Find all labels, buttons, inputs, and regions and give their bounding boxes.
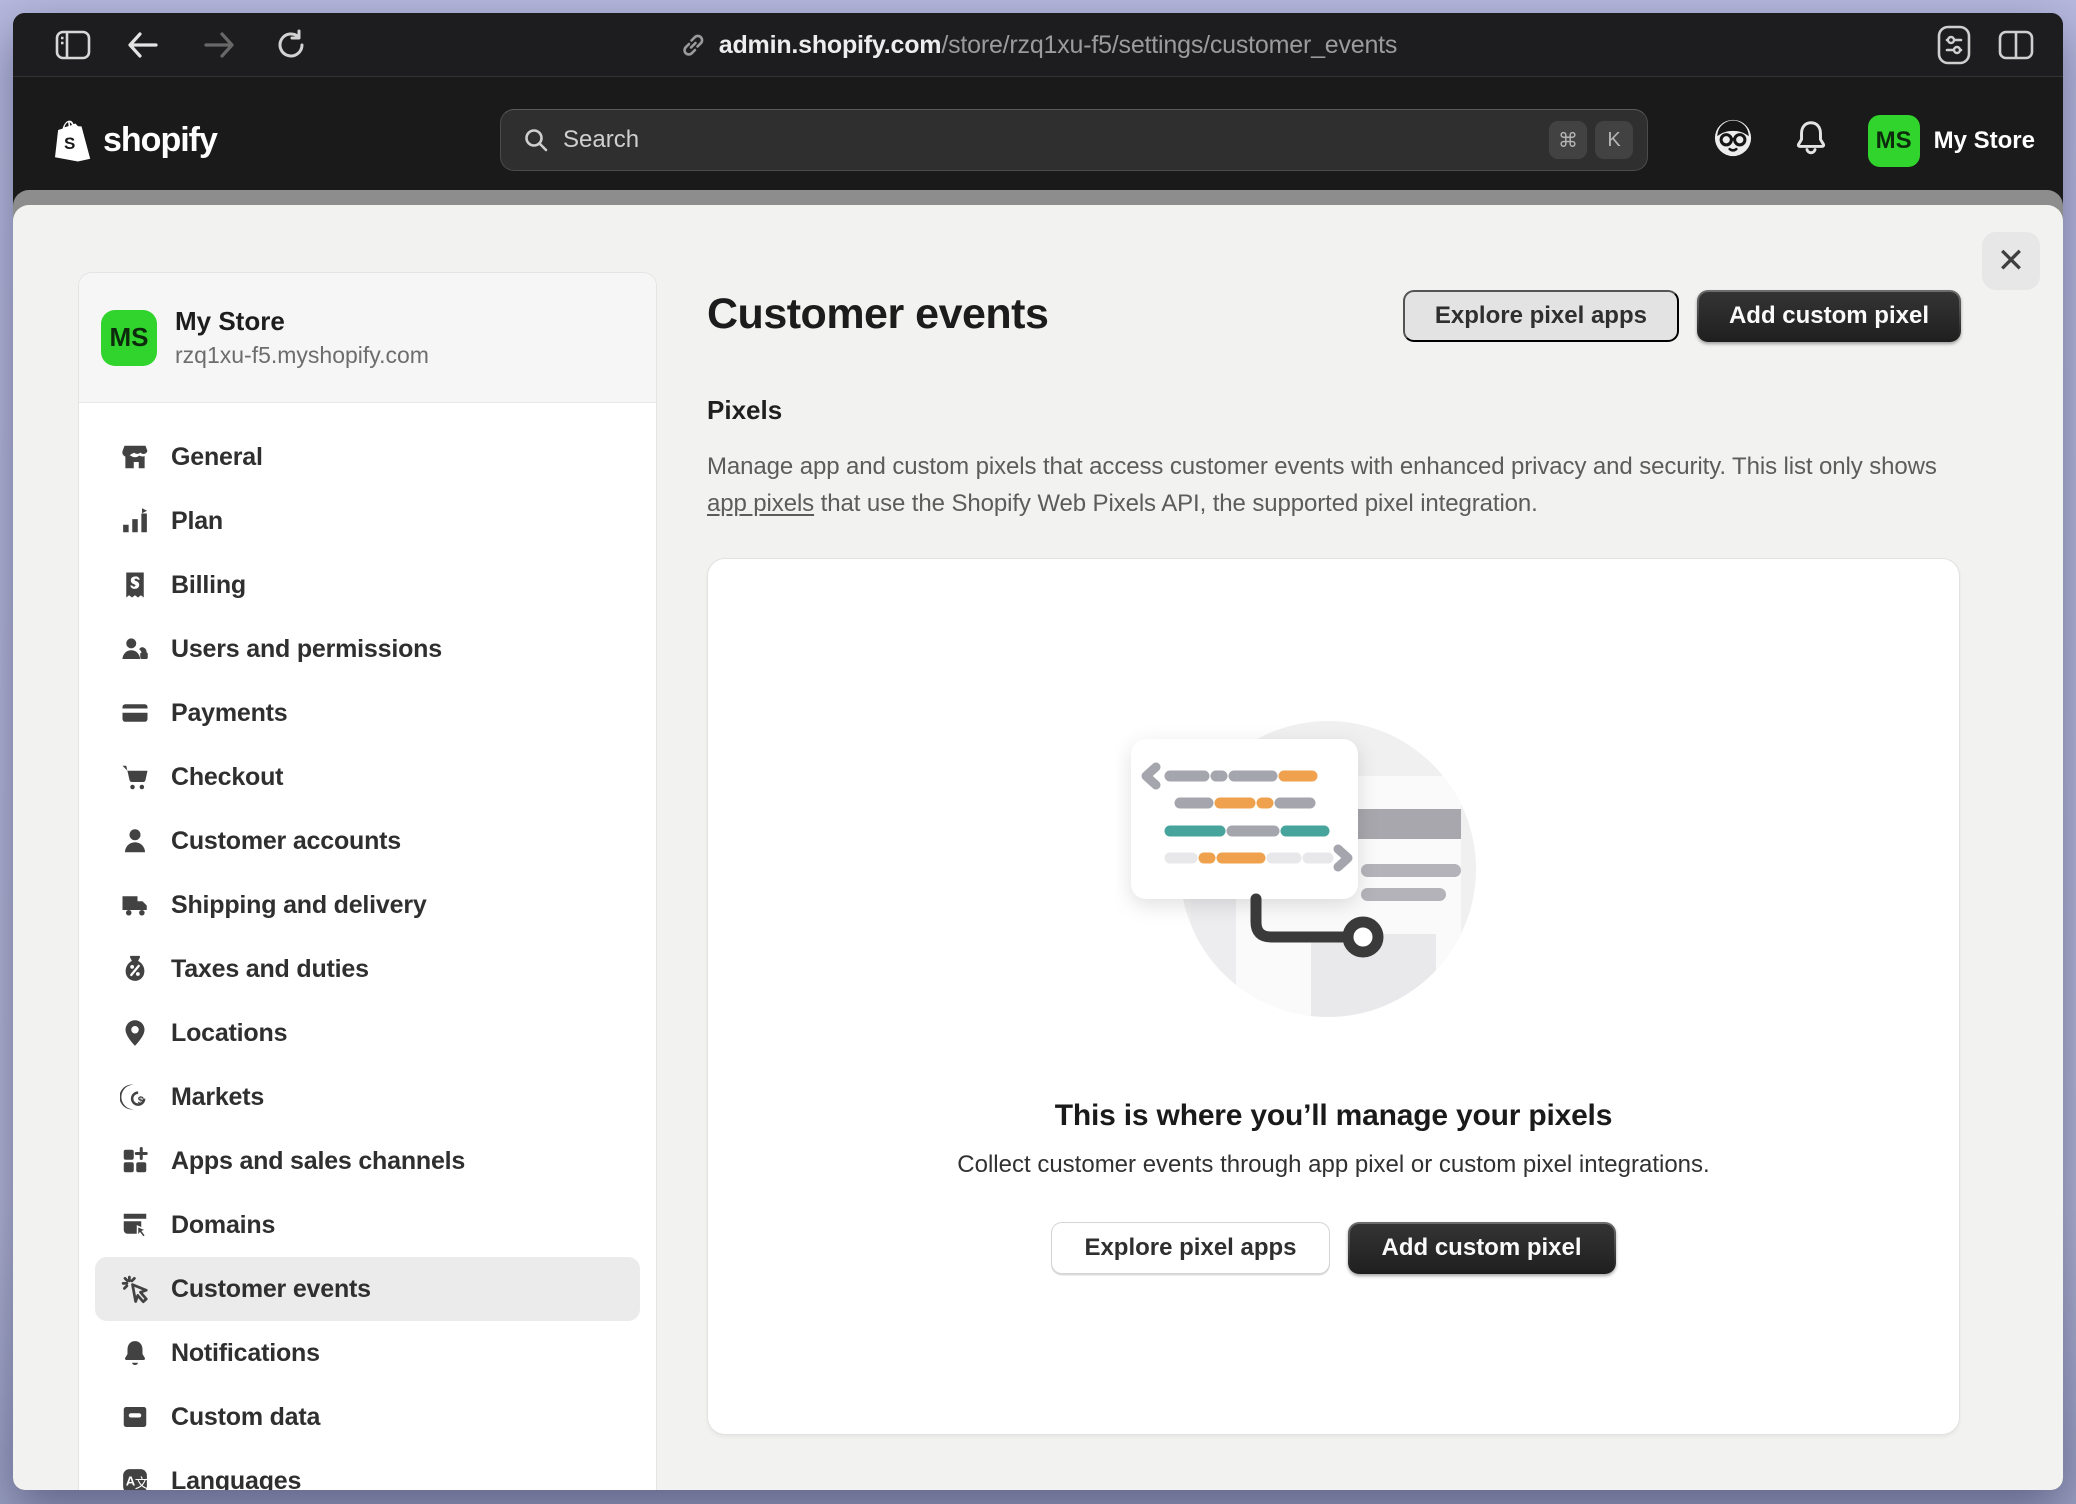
sidebar-item-label: Shipping and delivery (171, 891, 427, 920)
split-view-icon[interactable] (1993, 13, 2039, 77)
sidebar-item-languages[interactable]: A文 Languages (95, 1449, 640, 1490)
store-avatar: MS (101, 310, 157, 366)
sidebar-item-users-and-permissions[interactable]: Users and permissions (95, 617, 640, 681)
account-label: My Store (1934, 127, 2035, 155)
translate-icon: A文 (119, 1465, 151, 1490)
bell-icon (119, 1337, 151, 1369)
shopify-bag-icon: S (53, 118, 93, 164)
sidebar-item-customer-events[interactable]: Customer events (95, 1257, 640, 1321)
sidebar-item-payments[interactable]: Payments (95, 681, 640, 745)
svg-text:S: S (64, 134, 75, 153)
sidebar-item-billing[interactable]: Billing (95, 553, 640, 617)
globe-icon: $ (119, 1081, 151, 1113)
tax-icon (119, 953, 151, 985)
domains-icon (119, 1209, 151, 1241)
k-key: K (1595, 121, 1633, 159)
sidebar-item-label: Payments (171, 699, 288, 728)
person-icon (119, 825, 151, 857)
sidebar-item-label: Taxes and duties (171, 955, 369, 984)
shopify-wordmark: shopify (103, 121, 217, 160)
empty-state-subtitle: Collect customer events through app pixe… (708, 1151, 1959, 1179)
sidebar-item-customer-accounts[interactable]: Customer accounts (95, 809, 640, 873)
sidebar-item-label: Customer accounts (171, 827, 401, 856)
explore-pixel-apps-button[interactable]: Explore pixel apps (1403, 290, 1679, 342)
address-bar[interactable]: admin.shopify.com/store/rzq1xu-f5/settin… (13, 13, 2063, 77)
sidebar-item-domains[interactable]: Domains (95, 1193, 640, 1257)
payments-icon (119, 697, 151, 729)
page-title: Customer events (707, 290, 1048, 339)
sidebar-item-label: Billing (171, 571, 246, 600)
explore-pixel-apps-button-card[interactable]: Explore pixel apps (1051, 1222, 1329, 1274)
sidebar-item-markets[interactable]: $ Markets (95, 1065, 640, 1129)
sidebar-item-label: Notifications (171, 1339, 320, 1368)
store-icon (119, 441, 151, 473)
add-custom-pixel-button-card[interactable]: Add custom pixel (1348, 1222, 1616, 1274)
close-icon[interactable]: ✕ (1982, 232, 2040, 290)
store-domain: rzq1xu-f5.myshopify.com (175, 342, 429, 369)
empty-state-title: This is where you’ll manage your pixels (708, 1099, 1959, 1133)
sidebar-item-label: Users and permissions (171, 635, 442, 664)
billing-icon (119, 569, 151, 601)
url-text: admin.shopify.com/store/rzq1xu-f5/settin… (719, 31, 1397, 60)
sidebar-item-label: Checkout (171, 763, 283, 792)
sidebar-item-label: Customer events (171, 1275, 371, 1304)
sidebar-item-label: Languages (171, 1467, 301, 1491)
settings-modal: ✕ MS My Store rzq1xu-f5.myshopify.com Ge… (13, 205, 2063, 1490)
add-custom-pixel-button[interactable]: Add custom pixel (1697, 290, 1961, 342)
sidekick-icon[interactable] (1712, 117, 1754, 164)
pixels-illustration (1116, 716, 1536, 1046)
sidebar-item-plan[interactable]: Plan (95, 489, 640, 553)
store-name: My Store (175, 306, 429, 337)
sidebar-item-label: Markets (171, 1083, 264, 1112)
account-avatar: MS (1868, 115, 1920, 167)
search-input[interactable]: Search ⌘ K (500, 109, 1648, 171)
sidebar-item-label: Custom data (171, 1403, 320, 1432)
pixels-description: Manage app and custom pixels that access… (707, 448, 1957, 522)
app-pixels-link[interactable]: app pixels (707, 490, 814, 517)
sidebar-item-custom-data[interactable]: Custom data (95, 1385, 640, 1449)
sidebar-item-apps-and-sales-channels[interactable]: Apps and sales channels (95, 1129, 640, 1193)
pixels-empty-state-card: This is where you’ll manage your pixels … (707, 558, 1960, 1435)
sidebar-item-shipping-and-delivery[interactable]: Shipping and delivery (95, 873, 640, 937)
sidebar-item-taxes-and-duties[interactable]: Taxes and duties (95, 937, 640, 1001)
sidebar-item-label: Apps and sales channels (171, 1147, 465, 1176)
browser-toolbar: admin.shopify.com/store/rzq1xu-f5/settin… (13, 13, 2063, 77)
sidebar-item-checkout[interactable]: Checkout (95, 745, 640, 809)
checkout-icon (119, 761, 151, 793)
sidebar-item-label: Plan (171, 507, 223, 536)
store-card-header[interactable]: MS My Store rzq1xu-f5.myshopify.com (79, 273, 656, 403)
svg-text:文: 文 (135, 1476, 149, 1490)
admin-header: S shopify Search ⌘ K MS My Store (13, 77, 2063, 204)
cursor-sparkle-icon (119, 1273, 151, 1305)
search-placeholder: Search (563, 126, 1541, 154)
sidebar-item-label: Domains (171, 1211, 275, 1240)
apps-icon (119, 1145, 151, 1177)
settings-nav: General Plan Billing Users and permissions P… (79, 403, 656, 1490)
sidebar-item-notifications[interactable]: Notifications (95, 1321, 640, 1385)
users-icon (119, 633, 151, 665)
pin-icon (119, 1017, 151, 1049)
sidebar-item-label: General (171, 443, 263, 472)
settings-sidebar: MS My Store rzq1xu-f5.myshopify.com Gene… (78, 272, 657, 1490)
svg-text:$: $ (138, 1095, 145, 1107)
sidebar-item-label: Locations (171, 1019, 287, 1048)
search-icon (523, 127, 549, 153)
page-settings-icon[interactable] (1931, 13, 1977, 77)
shopify-logo: S shopify (53, 77, 217, 204)
database-icon (119, 1401, 151, 1433)
pixels-section-title: Pixels (707, 395, 782, 426)
link-icon (679, 31, 707, 59)
notifications-bell-icon[interactable] (1792, 118, 1830, 163)
sidebar-item-locations[interactable]: Locations (95, 1001, 640, 1065)
account-menu[interactable]: MS My Store (1868, 115, 2035, 167)
browser-window: admin.shopify.com/store/rzq1xu-f5/settin… (13, 13, 2063, 1490)
truck-icon (119, 889, 151, 921)
plan-icon (119, 505, 151, 537)
cmd-key: ⌘ (1549, 121, 1587, 159)
sidebar-item-general[interactable]: General (95, 425, 640, 489)
